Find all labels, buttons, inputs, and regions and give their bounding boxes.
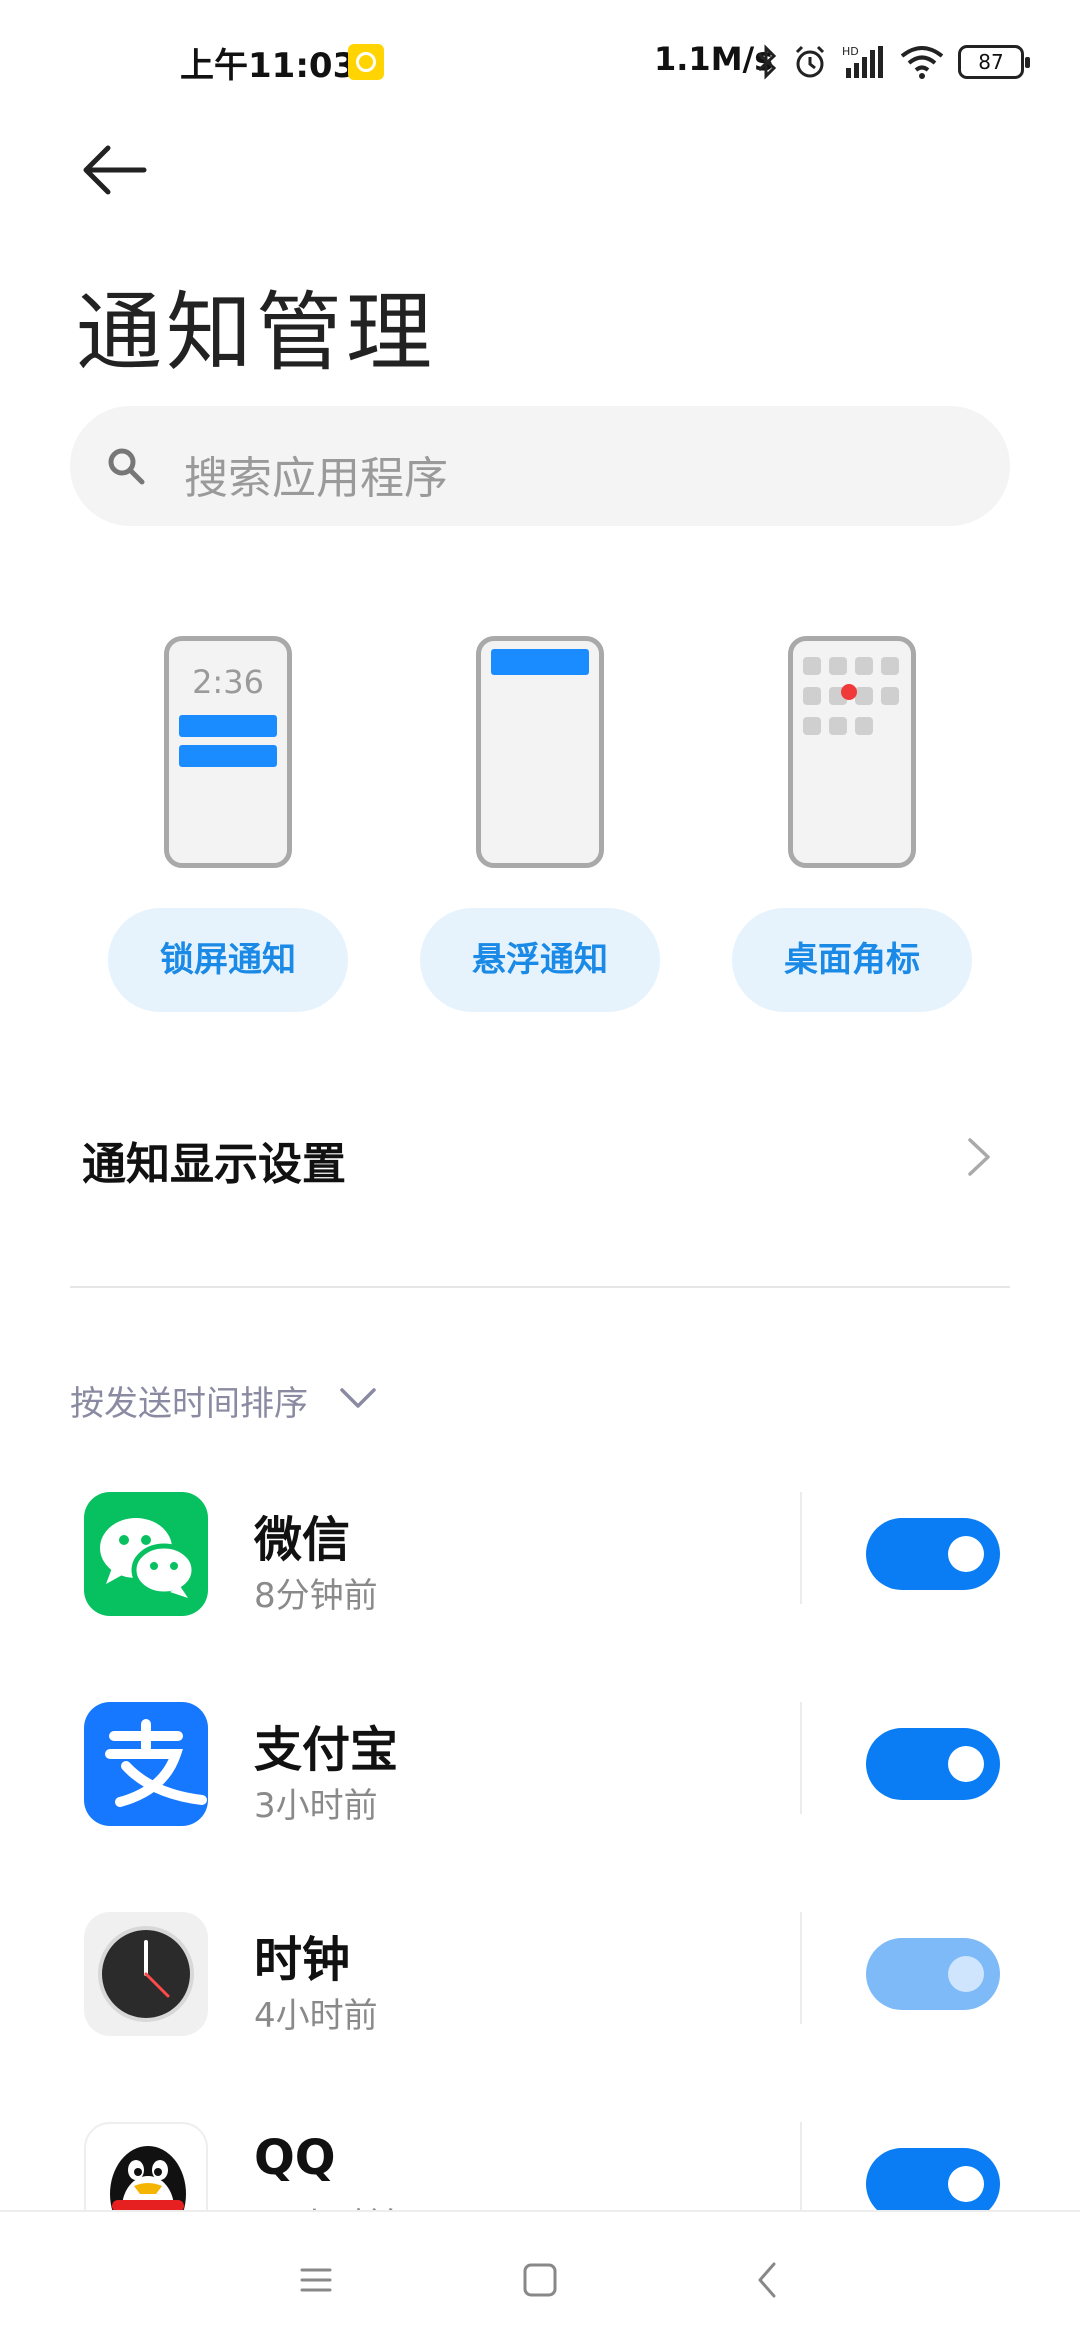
app-name: 支付宝 xyxy=(254,1722,399,1778)
home-icon[interactable] xyxy=(520,2260,560,2300)
wechat-icon xyxy=(84,1492,208,1616)
lockscreen-preview: 2:36 xyxy=(164,636,292,868)
app-name: 时钟 xyxy=(254,1932,351,1988)
lockscreen-notification-button[interactable]: 锁屏通知 xyxy=(108,908,348,1012)
status-bar: 上午11:03 1.1M/s HD 87 xyxy=(0,0,1080,120)
notification-toggle[interactable] xyxy=(866,1728,1000,1800)
row-divider xyxy=(800,1702,802,1814)
wifi-icon xyxy=(900,46,944,79)
settings-label: 通知显示设置 xyxy=(82,1139,346,1190)
floating-notification-button[interactable]: 悬浮通知 xyxy=(420,908,660,1012)
lockscreen-preview-time: 2:36 xyxy=(192,663,264,701)
navigation-bar xyxy=(0,2210,1080,2340)
clock-icon xyxy=(84,1912,208,2036)
divider xyxy=(70,1286,1010,1288)
app-last-notified: 3小时前 xyxy=(254,1786,378,1826)
notification-bar xyxy=(179,715,277,737)
app-name: 微信 xyxy=(254,1512,351,1568)
row-divider xyxy=(800,1492,802,1604)
search-placeholder: 搜索应用程序 xyxy=(184,453,448,504)
sort-label: 按发送时间排序 xyxy=(70,1384,308,1424)
row-divider xyxy=(800,1912,802,2024)
notification-bar xyxy=(179,745,277,767)
notification-display-settings[interactable]: 通知显示设置 xyxy=(70,1100,1010,1210)
search-input[interactable]: 搜索应用程序 xyxy=(70,406,1010,526)
floating-preview xyxy=(476,636,604,868)
status-icons: HD 87 xyxy=(756,40,1030,84)
back-icon[interactable] xyxy=(748,2260,788,2300)
menu-icon[interactable] xyxy=(296,2260,336,2300)
notification-toggle[interactable] xyxy=(866,1518,1000,1590)
hd-signal-icon: HD xyxy=(842,45,883,78)
battery-icon: 87 xyxy=(958,45,1030,79)
app-last-notified: 8分钟前 xyxy=(254,1576,378,1616)
status-time: 上午11:03 xyxy=(180,46,357,86)
notification-toggle[interactable] xyxy=(866,1938,1000,2010)
svg-text:HD: HD xyxy=(842,45,859,58)
app-last-notified: 4小时前 xyxy=(254,1996,378,2036)
sort-selector[interactable]: 按发送时间排序 xyxy=(70,1376,376,1426)
chevron-down-icon xyxy=(340,1388,376,1408)
chevron-right-icon xyxy=(968,1138,990,1176)
app-row-clock[interactable]: 时钟 4小时前 xyxy=(0,1882,1080,2062)
app-row-wechat[interactable]: 微信 8分钟前 xyxy=(0,1462,1080,1642)
alipay-icon xyxy=(84,1702,208,1826)
back-arrow-icon[interactable] xyxy=(82,140,152,200)
notification-bar xyxy=(491,649,589,675)
badge-notification-button[interactable]: 桌面角标 xyxy=(732,908,972,1012)
badge-dot xyxy=(841,684,857,700)
bluetooth-icon xyxy=(757,44,777,80)
badge-preview xyxy=(788,636,916,868)
search-icon xyxy=(108,448,145,485)
notification-app-icon xyxy=(348,44,384,80)
page-title: 通知管理 xyxy=(76,283,436,383)
app-name: QQ xyxy=(254,2130,336,2186)
alarm-icon xyxy=(795,45,825,78)
app-row-alipay[interactable]: 支付宝 3小时前 xyxy=(0,1672,1080,1852)
